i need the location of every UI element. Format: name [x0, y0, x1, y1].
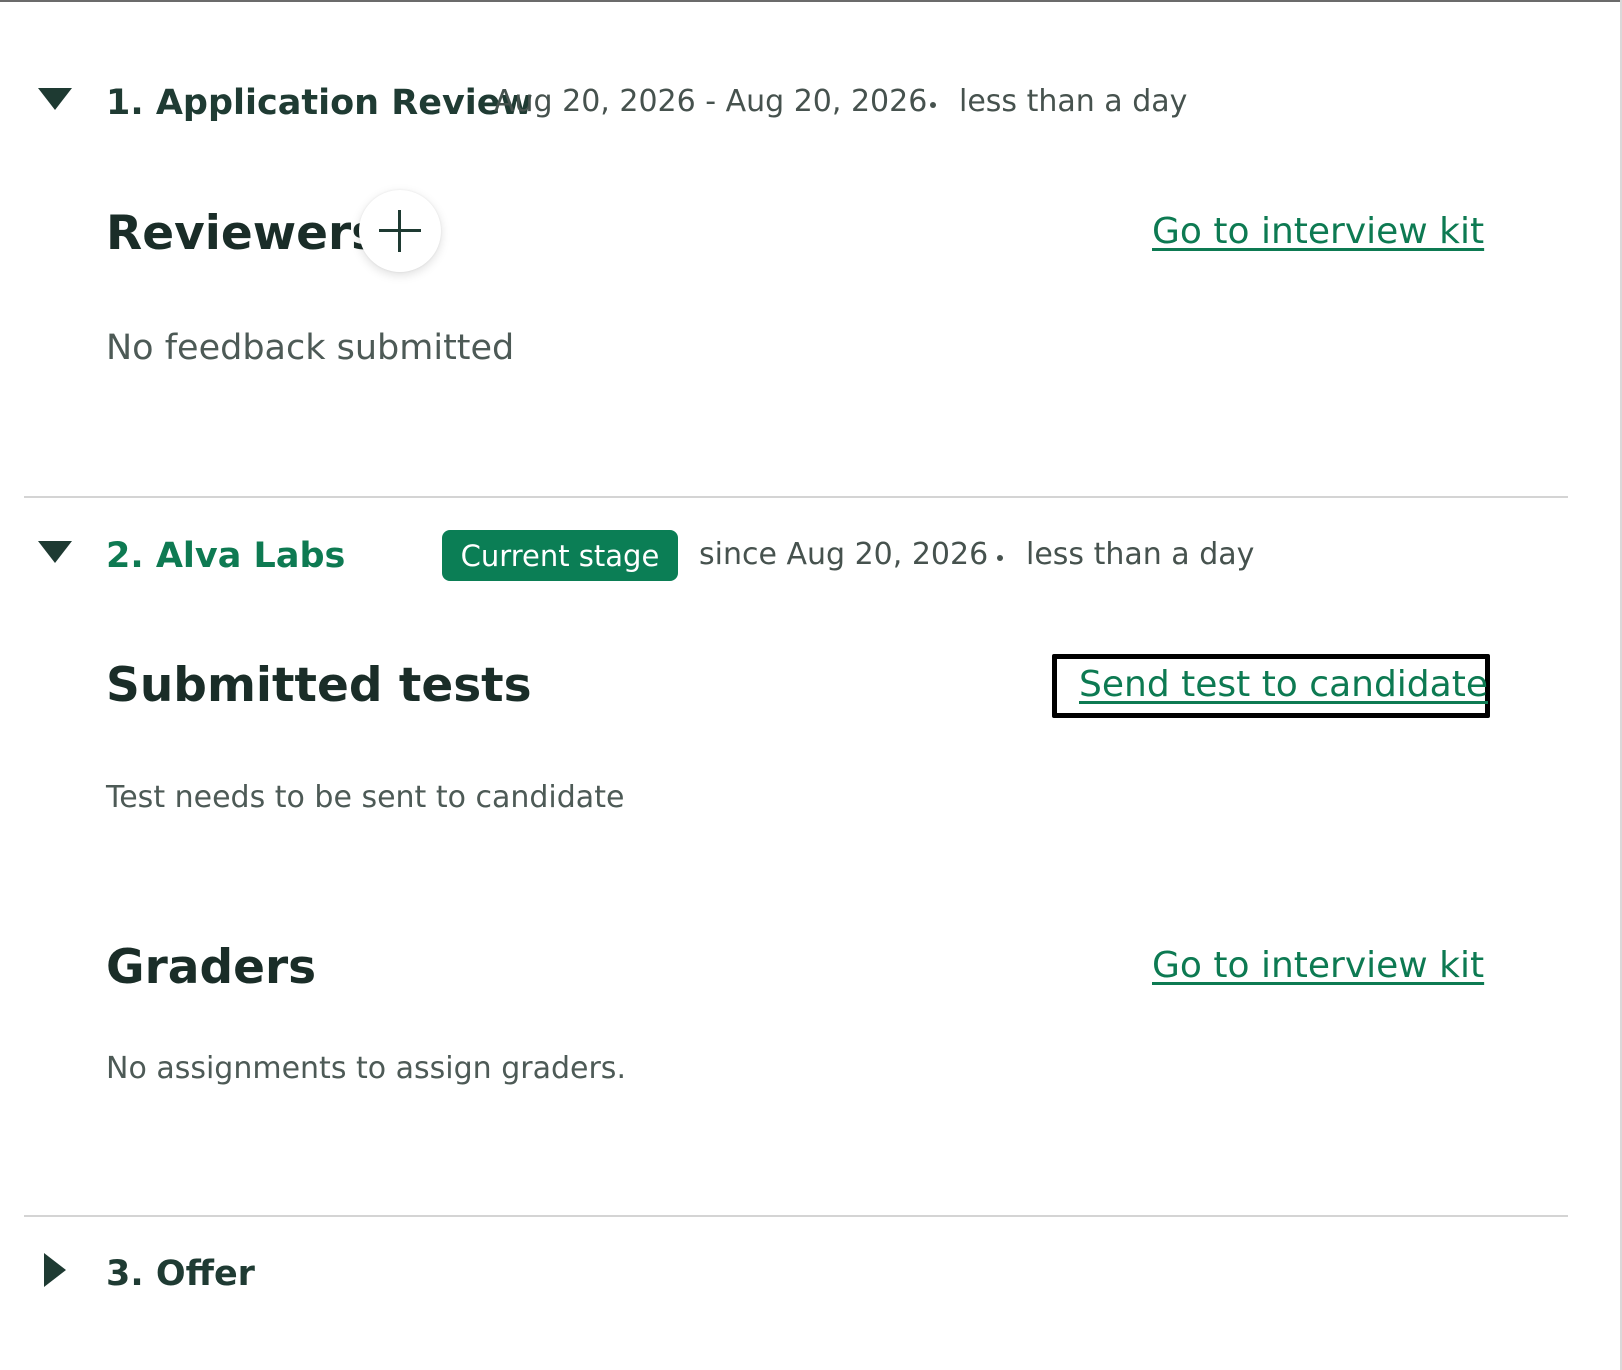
- window-top-border: [0, 0, 1622, 2]
- separator-dot: [930, 102, 936, 108]
- send-test-to-candidate-link[interactable]: Send test to candidate: [1079, 667, 1488, 703]
- stage-divider: [24, 496, 1568, 498]
- separator-dot: [997, 555, 1003, 561]
- stage-duration: less than a day: [959, 84, 1188, 119]
- graders-heading: Graders: [106, 940, 317, 995]
- no-feedback-text: No feedback submitted: [106, 328, 515, 368]
- submitted-tests-heading: Submitted tests: [106, 658, 532, 713]
- add-reviewer-button[interactable]: [359, 190, 441, 272]
- no-assignments-text: No assignments to assign graders.: [106, 1051, 626, 1086]
- go-to-interview-kit-link[interactable]: Go to interview kit: [1152, 948, 1484, 984]
- stage-title[interactable]: 2. Alva Labs: [106, 539, 345, 574]
- stage-date-range: Aug 20, 2026 - Aug 20, 2026: [494, 84, 928, 119]
- caret-right-icon[interactable]: [44, 1253, 66, 1287]
- caret-down-icon[interactable]: [38, 88, 72, 110]
- stage-since-date: since Aug 20, 2026: [699, 537, 989, 572]
- current-stage-badge: Current stage: [442, 530, 678, 581]
- stage-divider: [24, 1215, 1568, 1217]
- stage-duration: less than a day: [1026, 537, 1255, 572]
- test-needs-sent-text: Test needs to be sent to candidate: [106, 780, 625, 815]
- stage-title[interactable]: 3. Offer: [106, 1257, 255, 1292]
- caret-down-icon[interactable]: [38, 541, 72, 563]
- reviewers-heading: Reviewers: [106, 206, 380, 261]
- stage-title[interactable]: 1. Application Review: [106, 86, 533, 121]
- go-to-interview-kit-link[interactable]: Go to interview kit: [1152, 214, 1484, 250]
